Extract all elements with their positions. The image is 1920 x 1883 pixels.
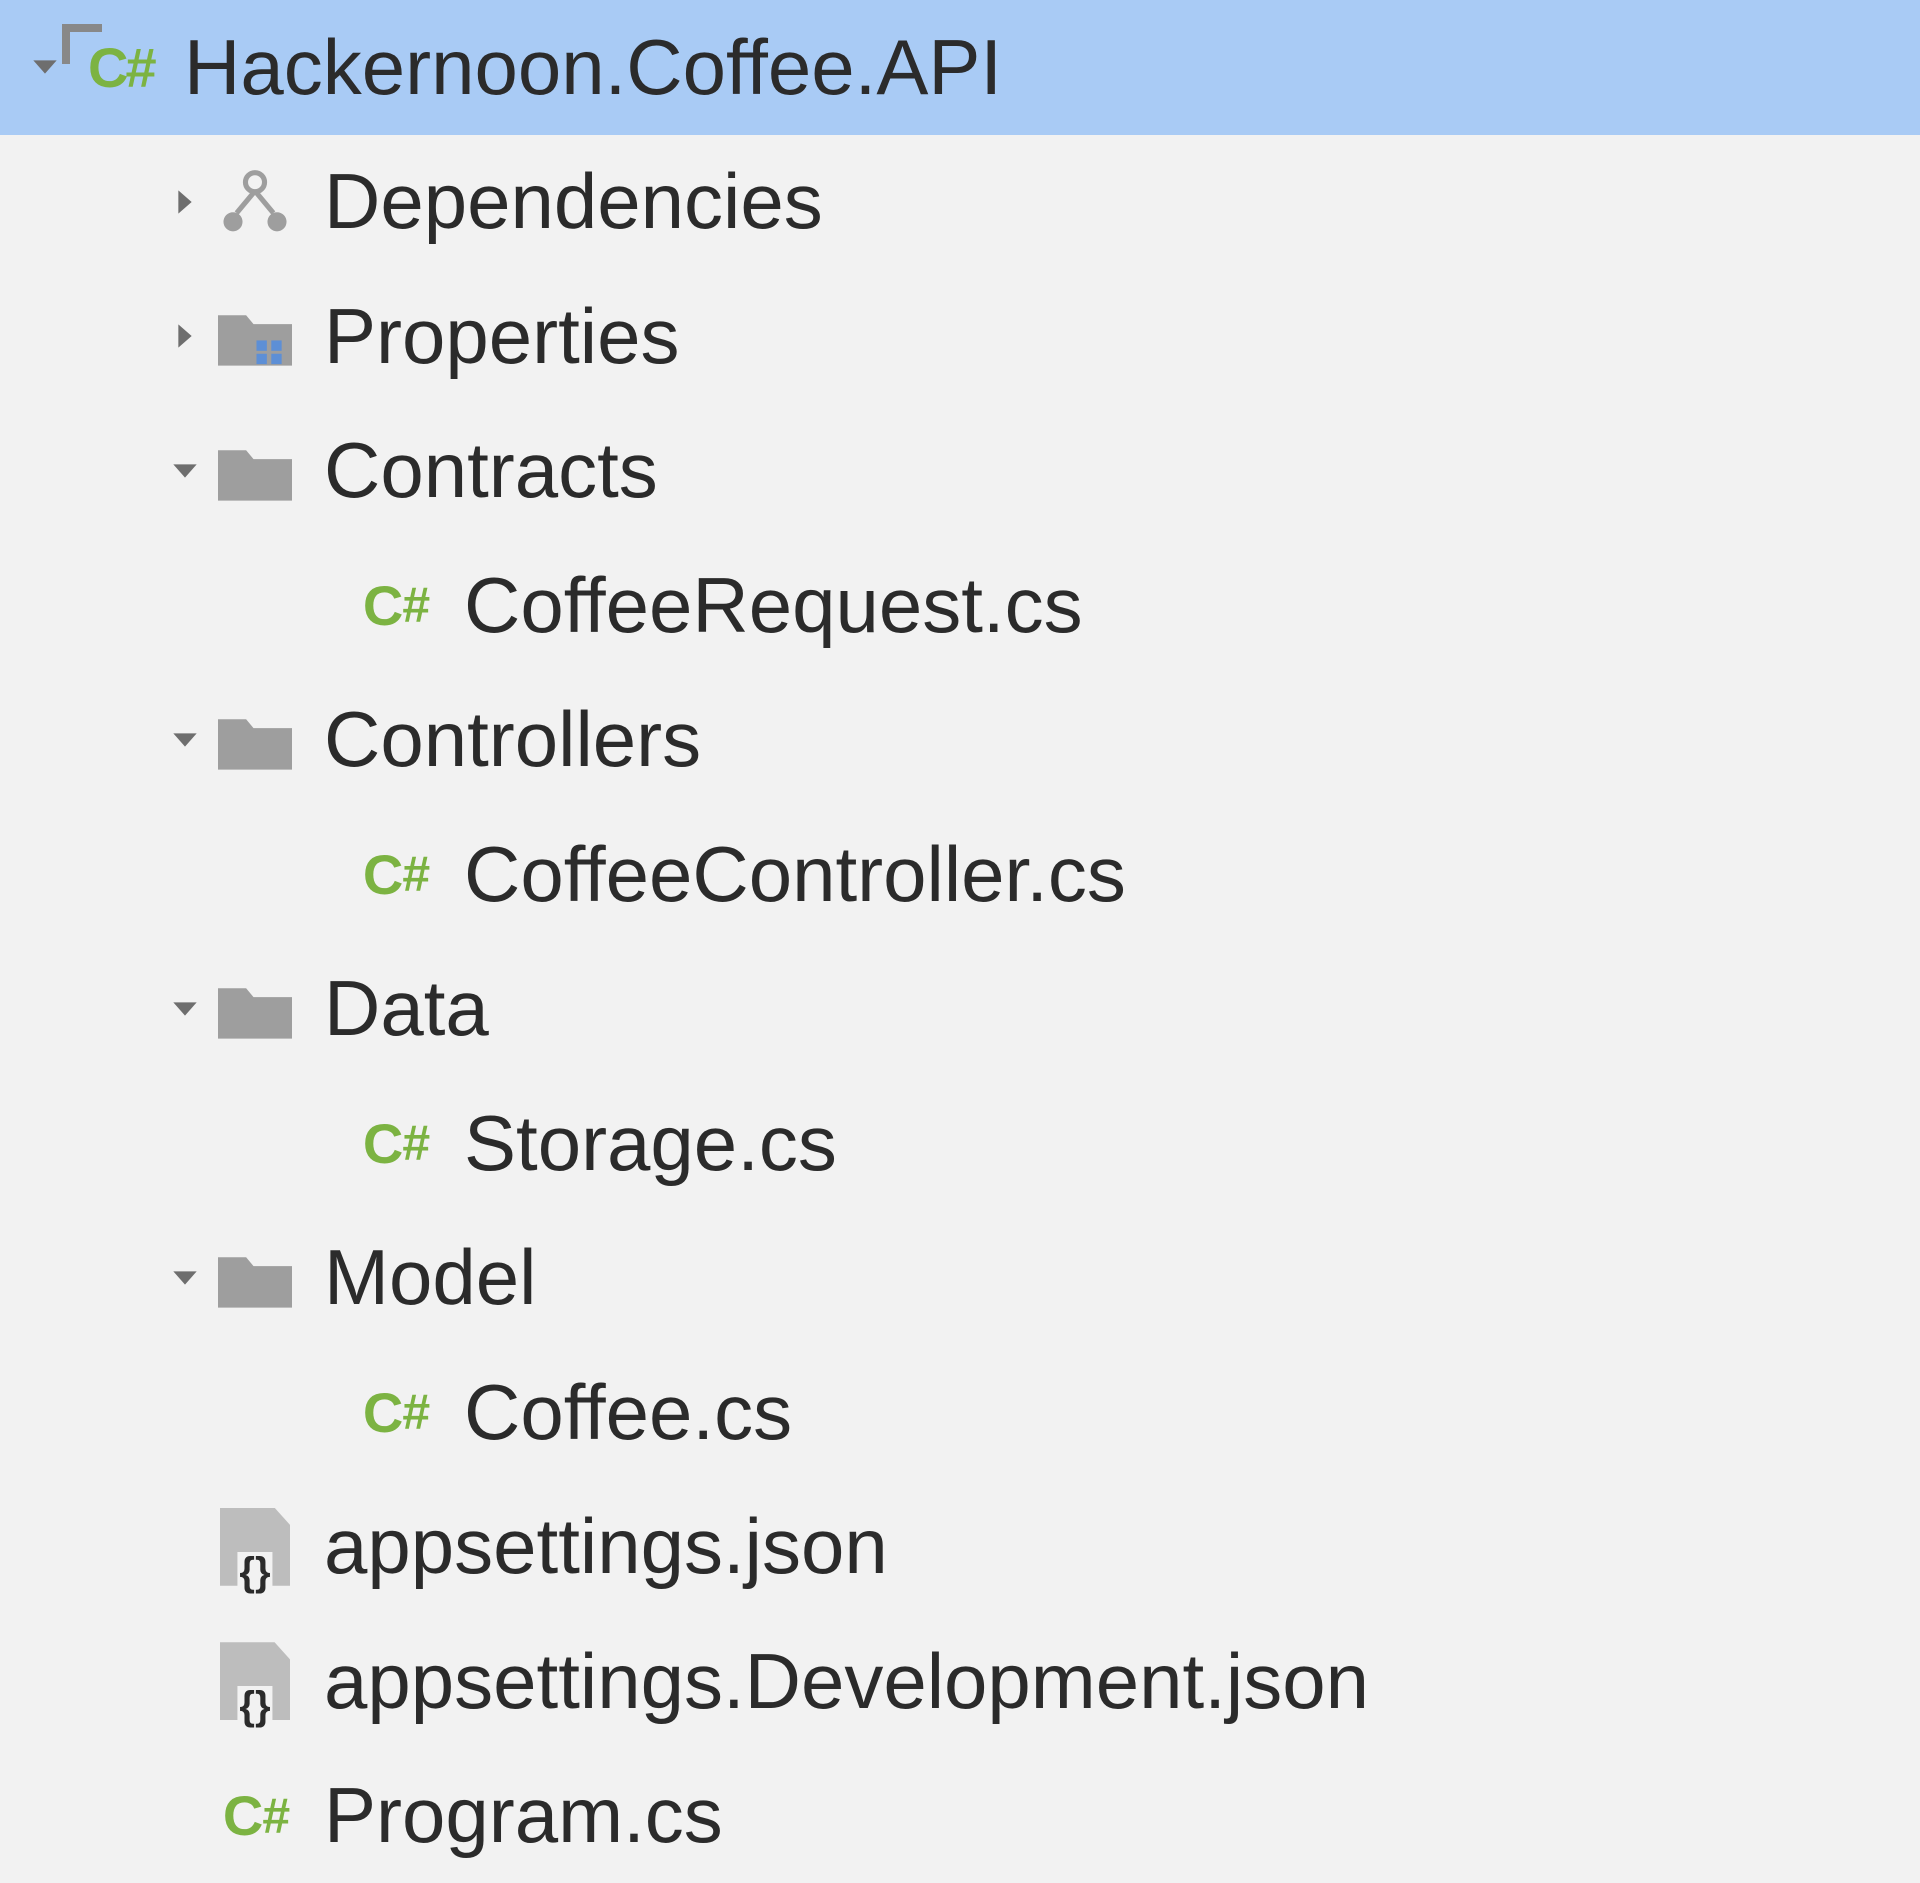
tree-item-label: CoffeeController.cs bbox=[464, 829, 1126, 920]
csharp-file-icon: C# bbox=[210, 1783, 300, 1848]
folder-icon bbox=[210, 1248, 300, 1308]
json-config-file-icon: {} bbox=[210, 1508, 300, 1586]
csharp-file-icon: C# bbox=[350, 1111, 440, 1176]
tree-item-label: Program.cs bbox=[324, 1770, 723, 1861]
tree-item-label: Model bbox=[324, 1232, 536, 1323]
tree-item-label: Properties bbox=[324, 291, 680, 382]
tree-item-label: Hackernoon.Coffee.API bbox=[184, 22, 1002, 113]
tree-item-controllers-folder[interactable]: Controllers bbox=[0, 673, 1920, 808]
tree-item-coffee-controller-cs[interactable]: C# CoffeeController.cs bbox=[0, 807, 1920, 942]
tree-item-storage-cs[interactable]: C# Storage.cs bbox=[0, 1076, 1920, 1211]
chevron-down-icon[interactable] bbox=[160, 451, 210, 491]
tree-item-label: Controllers bbox=[324, 694, 701, 785]
tree-item-properties[interactable]: Properties bbox=[0, 269, 1920, 404]
tree-item-coffee-cs[interactable]: C# Coffee.cs bbox=[0, 1345, 1920, 1480]
chevron-down-icon[interactable] bbox=[160, 720, 210, 760]
tree-item-model-folder[interactable]: Model bbox=[0, 1211, 1920, 1346]
tree-item-label: Data bbox=[324, 963, 489, 1054]
folder-icon bbox=[210, 979, 300, 1039]
chevron-down-icon[interactable] bbox=[160, 1258, 210, 1298]
tree-item-label: Dependencies bbox=[324, 156, 823, 247]
tree-item-appsettings-json[interactable]: {} appsettings.json bbox=[0, 1480, 1920, 1615]
tree-item-label: appsettings.json bbox=[324, 1501, 888, 1592]
folder-icon bbox=[210, 710, 300, 770]
dependencies-icon bbox=[210, 169, 300, 235]
tree-item-coffee-request-cs[interactable]: C# CoffeeRequest.cs bbox=[0, 538, 1920, 673]
json-config-file-icon: {} bbox=[210, 1642, 300, 1720]
chevron-right-icon[interactable] bbox=[160, 316, 210, 356]
tree-item-contracts-folder[interactable]: Contracts bbox=[0, 404, 1920, 539]
solution-explorer-tree: C# Hackernoon.Coffee.API Dependencies bbox=[0, 0, 1920, 1883]
chevron-down-icon[interactable] bbox=[160, 989, 210, 1029]
tree-item-program-cs[interactable]: C# Program.cs bbox=[0, 1749, 1920, 1883]
chevron-right-icon[interactable] bbox=[160, 182, 210, 222]
tree-item-project-root[interactable]: C# Hackernoon.Coffee.API bbox=[0, 0, 1920, 135]
folder-icon bbox=[210, 441, 300, 501]
csharp-project-icon: C# bbox=[70, 32, 160, 102]
tree-item-label: CoffeeRequest.cs bbox=[464, 560, 1083, 651]
csharp-file-icon: C# bbox=[350, 842, 440, 907]
csharp-file-icon: C# bbox=[350, 573, 440, 638]
tree-item-dependencies[interactable]: Dependencies bbox=[0, 135, 1920, 270]
tree-item-label: Coffee.cs bbox=[464, 1367, 792, 1458]
tree-item-appsettings-dev-json[interactable]: {} appsettings.Development.json bbox=[0, 1614, 1920, 1749]
tree-item-label: Storage.cs bbox=[464, 1098, 837, 1189]
tree-item-label: Contracts bbox=[324, 425, 658, 516]
csharp-file-icon: C# bbox=[350, 1380, 440, 1445]
properties-folder-icon bbox=[210, 306, 300, 366]
tree-item-data-folder[interactable]: Data bbox=[0, 942, 1920, 1077]
tree-item-label: appsettings.Development.json bbox=[324, 1636, 1369, 1727]
